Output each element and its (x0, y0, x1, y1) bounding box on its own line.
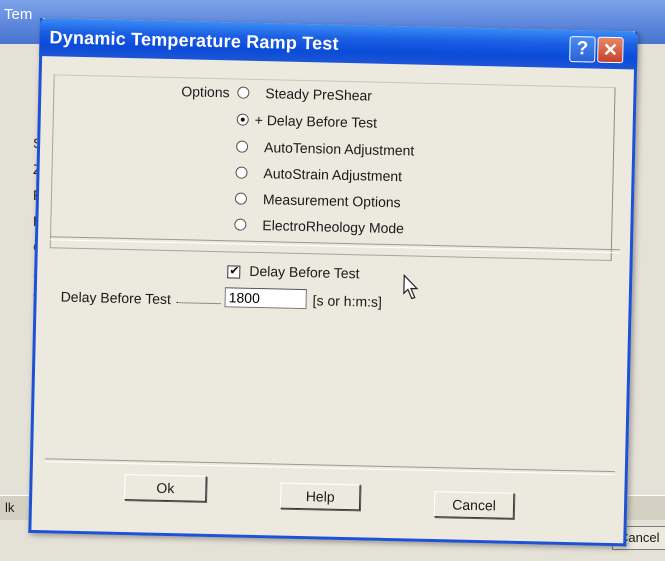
radio-label: AutoStrain Adjustment (263, 165, 403, 185)
radio-label: AutoTension Adjustment (263, 139, 415, 159)
delay-before-test-input[interactable] (224, 287, 307, 310)
help-button[interactable]: Help (279, 482, 361, 511)
radio-label: Measurement Options (262, 191, 401, 211)
radio-label: ElectroRheology Mode (262, 217, 405, 237)
dynamic-temperature-ramp-test-dialog: Dynamic Temperature Ramp Test ? ✕ Option… (28, 18, 638, 547)
close-icon[interactable]: ✕ (597, 36, 624, 64)
dialog-title: Dynamic Temperature Ramp Test (49, 27, 339, 54)
ok-button[interactable]: Ok (124, 474, 207, 502)
checkmark-icon: ✔ (229, 263, 240, 278)
radio-label: Steady PreShear (265, 85, 373, 104)
help-icon[interactable]: ? (569, 36, 596, 63)
options-label: Options (181, 83, 230, 101)
leader-dots (176, 301, 221, 305)
parent-ok-button[interactable]: lk (5, 500, 14, 515)
radio-label: + Delay Before Test (254, 111, 378, 131)
button-bar-separator (44, 458, 615, 476)
delay-before-test-field-label: Delay Before Test (60, 288, 172, 308)
mouse-pointer-icon (403, 274, 419, 300)
delay-before-test-checkbox-label[interactable]: Delay Before Test (249, 263, 360, 281)
parent-title: Tem (4, 6, 33, 23)
cancel-button[interactable]: Cancel (433, 491, 515, 519)
delay-before-test-checkbox[interactable]: ✔ (227, 263, 241, 279)
delay-unit-label: [s or h:m:s] (312, 292, 383, 310)
